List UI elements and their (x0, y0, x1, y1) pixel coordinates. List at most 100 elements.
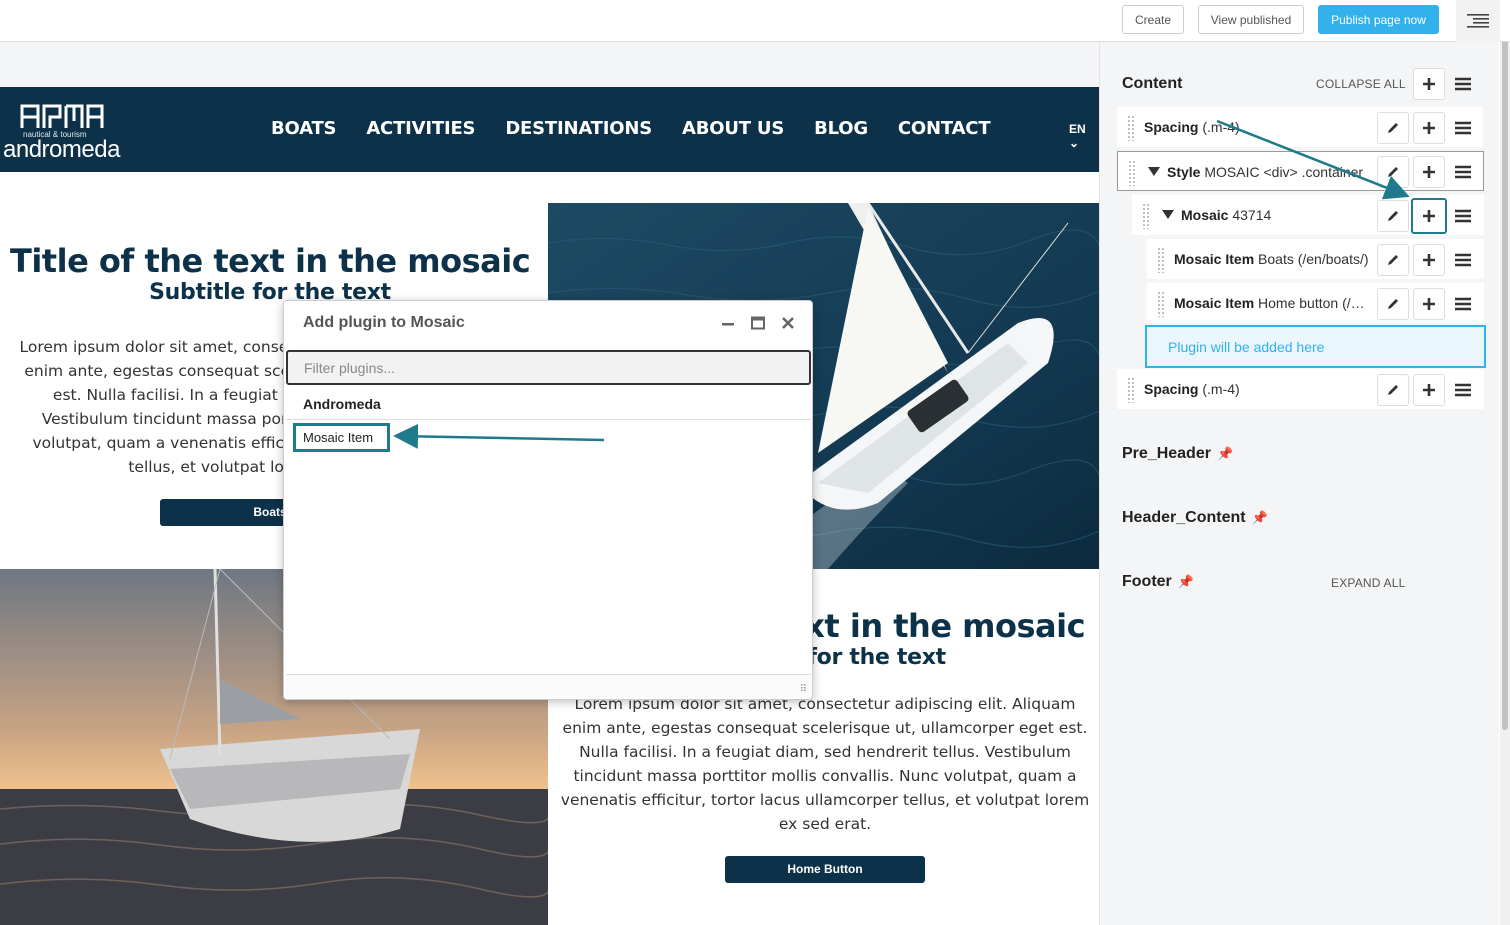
menu-icon (1455, 383, 1471, 397)
placeholder-section-title[interactable]: Pre_Header 📌 (1122, 445, 1233, 463)
options-menu-button[interactable] (1447, 288, 1479, 320)
add-plugin-button[interactable] (1413, 112, 1445, 144)
filter-plugins-input[interactable] (286, 350, 811, 385)
logo-mark-icon (20, 104, 104, 128)
menu-icon (1455, 77, 1471, 91)
edit-button[interactable] (1377, 200, 1409, 232)
pin-icon: 📌 (1216, 446, 1234, 461)
view-published-button[interactable]: View published (1198, 5, 1304, 34)
options-menu-button[interactable] (1447, 68, 1479, 100)
drag-handle-icon[interactable] (1128, 160, 1136, 186)
add-plugin-button[interactable] (1413, 374, 1445, 406)
pin-icon: 📌 (1177, 574, 1194, 589)
publish-page-button[interactable]: Publish page now (1318, 5, 1439, 34)
plus-icon (1423, 122, 1435, 134)
plugin-label: Mosaic Item Boats (/en/boats/) (1174, 251, 1369, 267)
pencil-icon (1388, 299, 1398, 309)
scrollbar-thumb[interactable] (1502, 0, 1508, 730)
nav-about-us[interactable]: ABOUT US (682, 118, 784, 139)
options-menu-button[interactable] (1447, 244, 1479, 276)
collapse-all-link[interactable]: COLLAPSE ALL (1316, 77, 1406, 91)
resize-handle-icon[interactable]: ⠿ (800, 684, 807, 695)
nav-destinations[interactable]: DESTINATIONS (505, 118, 652, 139)
nav-contact[interactable]: CONTACT (898, 118, 991, 139)
add-plugin-button-highlighted[interactable] (1411, 198, 1447, 234)
home-button[interactable]: Home Button (725, 856, 925, 883)
cms-toolbar: Create View published Publish page now (0, 0, 1510, 42)
modal-footer: ⠿ (286, 674, 811, 697)
add-plugin-button[interactable] (1413, 244, 1445, 276)
collapse-triangle-icon[interactable] (1148, 167, 1160, 176)
language-switcher[interactable]: EN ⌄ (1069, 122, 1099, 150)
pencil-icon (1388, 385, 1398, 395)
plugin-label: Mosaic Item Home button (/en/) (1174, 295, 1370, 311)
pencil-icon (1388, 211, 1398, 221)
menu-icon (1455, 121, 1471, 135)
plus-icon (1423, 384, 1435, 396)
language-label: EN (1069, 122, 1086, 136)
menu-icon (1455, 209, 1471, 223)
create-button[interactable]: Create (1122, 5, 1184, 34)
minimize-icon[interactable] (720, 315, 736, 331)
plugin-label: Spacing (.m-4) (1144, 381, 1240, 397)
divider (286, 419, 811, 420)
drag-handle-icon[interactable] (1127, 115, 1135, 141)
add-plugin-modal: Add plugin to Mosaic Andromeda Mosaic It… (283, 300, 813, 700)
plugin-group-title: Andromeda (303, 396, 381, 412)
collapse-triangle-icon[interactable] (1162, 210, 1174, 219)
plugin-option-mosaic-item[interactable]: Mosaic Item (293, 423, 390, 452)
plus-icon (1423, 254, 1435, 266)
placeholder-section-title[interactable]: Footer 📌 (1122, 573, 1194, 591)
drag-handle-icon[interactable] (1157, 291, 1165, 317)
plugin-drop-placeholder: Plugin will be added here (1145, 325, 1486, 368)
expand-all-link[interactable]: EXPAND ALL (1331, 576, 1405, 590)
edit-button[interactable] (1377, 112, 1409, 144)
placeholder-content-title: Content (1122, 75, 1183, 92)
site-logo[interactable]: nautical & tourism andromeda (3, 101, 123, 163)
menu-icon (1455, 165, 1471, 179)
edit-button[interactable] (1377, 374, 1409, 406)
chevron-down-icon: ⌄ (1069, 136, 1080, 150)
menu-icon (1455, 297, 1471, 311)
plus-icon (1423, 78, 1435, 90)
pencil-icon (1388, 123, 1398, 133)
options-menu-button[interactable] (1447, 374, 1479, 406)
add-plugin-button[interactable] (1413, 156, 1445, 188)
plugin-label: Style MOSAIC <div> .container (1167, 164, 1364, 180)
main-nav: BOATS ACTIVITIES DESTINATIONS ABOUT US B… (271, 118, 991, 139)
options-menu-button[interactable] (1447, 112, 1479, 144)
maximize-icon[interactable] (750, 315, 766, 331)
plus-icon (1423, 298, 1435, 310)
structure-sidebar: Content COLLAPSE ALL Spacing (.m-4) Styl… (1099, 42, 1499, 925)
structure-toggle-button[interactable] (1456, 0, 1500, 42)
drag-handle-icon[interactable] (1127, 377, 1135, 403)
options-menu-button[interactable] (1447, 156, 1479, 188)
edit-button[interactable] (1377, 156, 1409, 188)
nav-activities[interactable]: ACTIVITIES (366, 118, 475, 139)
page-top-spacer (0, 42, 1099, 87)
pencil-icon (1388, 167, 1398, 177)
placeholder-section-title[interactable]: Header_Content 📌 (1122, 509, 1268, 527)
edit-button[interactable] (1377, 288, 1409, 320)
logo-name: andromeda (3, 136, 120, 163)
plus-icon (1423, 210, 1435, 222)
add-plugin-button[interactable] (1413, 68, 1445, 100)
nav-blog[interactable]: BLOG (814, 118, 868, 139)
add-plugin-button[interactable] (1413, 288, 1445, 320)
site-header: nautical & tourism andromeda BOATS ACTIV… (0, 87, 1099, 172)
edit-button[interactable] (1377, 244, 1409, 276)
modal-window-controls (720, 315, 796, 331)
close-icon[interactable] (780, 315, 796, 331)
drag-handle-icon[interactable] (1157, 247, 1165, 273)
plugin-label: Mosaic 43714 (1181, 207, 1272, 223)
sidebar-scrollbar[interactable] (1500, 0, 1510, 925)
mosaic-body: Lorem ipsum dolor sit amet, consectetur … (560, 695, 1090, 833)
plugin-label: Spacing (.m-4) (1144, 119, 1240, 135)
mosaic-title: Title of the text in the mosaic (10, 242, 531, 280)
nav-boats[interactable]: BOATS (271, 118, 337, 139)
menu-icon (1455, 253, 1471, 267)
drag-handle-icon[interactable] (1142, 203, 1150, 229)
options-menu-button[interactable] (1447, 200, 1479, 232)
structure-icon (1467, 14, 1489, 28)
pin-icon: 📌 (1251, 510, 1268, 525)
